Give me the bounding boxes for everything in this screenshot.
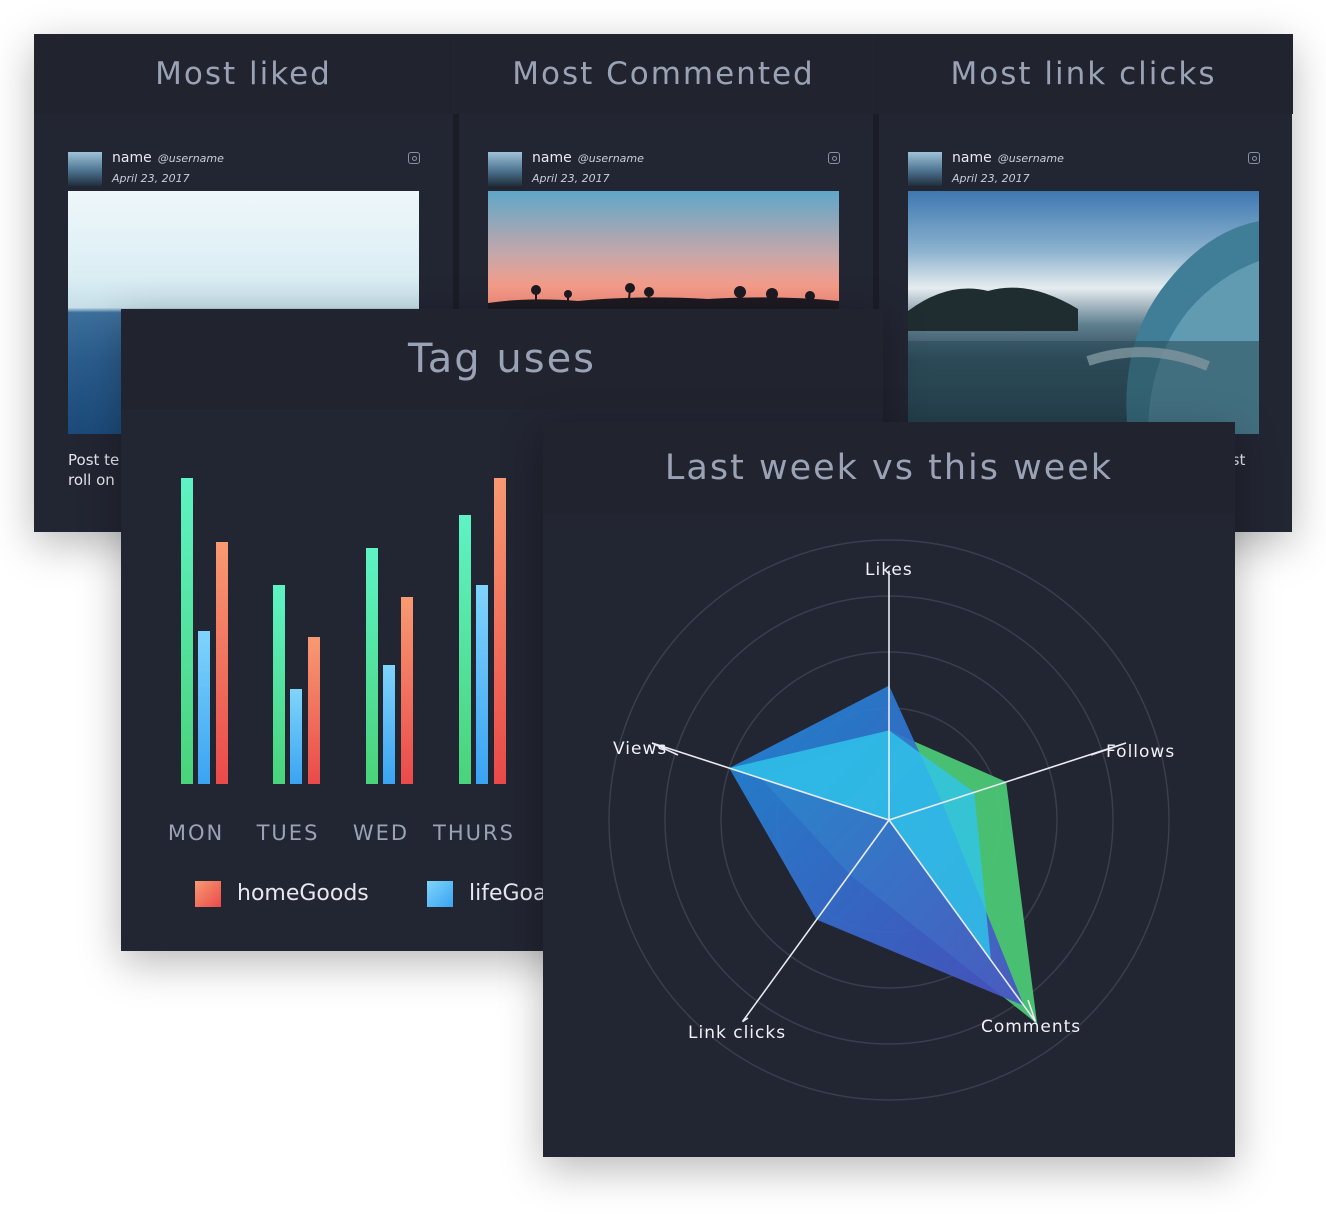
post-date: April 23, 2017	[112, 172, 190, 185]
post-date: April 23, 2017	[532, 172, 610, 185]
x-tick-label: THURS	[433, 821, 515, 845]
most-liked-title: Most liked	[34, 34, 453, 114]
instagram-icon[interactable]	[828, 152, 840, 164]
post-text: Post te roll on	[68, 450, 119, 490]
wave-shape	[908, 221, 1259, 434]
radar-axis-label-link-clicks: Link clicks	[688, 1023, 787, 1043]
post-text-line: roll on	[68, 471, 115, 489]
instagram-icon[interactable]	[1248, 152, 1260, 164]
bar-tues-s3[interactable]	[308, 637, 320, 784]
post-author[interactable]: name @username	[532, 150, 644, 166]
radar-title: Last week vs this week	[543, 422, 1235, 514]
author-username: @username	[577, 152, 644, 165]
post-photo-sunset[interactable]	[488, 191, 839, 309]
bar-thurs-s2[interactable]	[476, 585, 488, 784]
author-name: name	[112, 150, 152, 166]
x-tick-label: WED	[352, 821, 410, 845]
bar-wed-s1[interactable]	[366, 548, 378, 784]
instagram-icon[interactable]	[408, 152, 420, 164]
bar-thurs-s3[interactable]	[494, 478, 506, 784]
bar-thurs-s1[interactable]	[459, 514, 471, 784]
x-tick-label: MON	[167, 821, 225, 845]
avatar[interactable]	[488, 152, 522, 186]
radar-axis-label-comments: Comments	[981, 1017, 1082, 1037]
avatar[interactable]	[68, 152, 102, 186]
post-text-line: Post te	[68, 451, 120, 469]
author-username: @username	[997, 152, 1064, 165]
bar-mon-s2[interactable]	[198, 631, 210, 784]
bar-tues-s2[interactable]	[290, 689, 302, 784]
bar-wed-s3[interactable]	[401, 597, 413, 784]
avatar[interactable]	[908, 152, 942, 186]
author-username: @username	[157, 152, 224, 165]
legend-swatch-homegoods	[195, 881, 221, 907]
legend-label-homegoods[interactable]: homeGoods	[237, 881, 369, 906]
bar-mon-s1[interactable]	[181, 478, 193, 784]
x-tick-label: TUES	[256, 821, 320, 845]
radar-axis-label-views: Views	[613, 739, 668, 759]
radar-series	[729, 685, 1038, 1024]
bar-wed-s2[interactable]	[383, 664, 395, 784]
last-week-vs-this-week-panel: Last week vs this week Likes Follows Comme…	[543, 422, 1235, 1157]
legend-label-lifegoa[interactable]: lifeGoa	[469, 881, 547, 906]
post-author[interactable]: name @username	[112, 150, 224, 166]
bar-mon-s3[interactable]	[216, 542, 228, 784]
post-author[interactable]: name @username	[952, 150, 1064, 166]
radar-chart	[608, 539, 1170, 1101]
author-name: name	[532, 150, 572, 166]
tag-uses-title: Tag uses	[121, 309, 883, 409]
radar-axis-label-likes: Likes	[865, 560, 913, 580]
author-name: name	[952, 150, 992, 166]
post-date: April 23, 2017	[952, 172, 1030, 185]
legend-swatch-lifegoa	[427, 881, 453, 907]
most-commented-title: Most Commented	[454, 34, 873, 114]
palm-silhouette	[488, 283, 839, 309]
post-photo-wave[interactable]	[908, 191, 1259, 434]
most-link-clicks-title: Most link clicks	[874, 34, 1293, 114]
radar-axis-label-follows: Follows	[1106, 742, 1176, 762]
bar-tues-s1[interactable]	[273, 585, 285, 784]
